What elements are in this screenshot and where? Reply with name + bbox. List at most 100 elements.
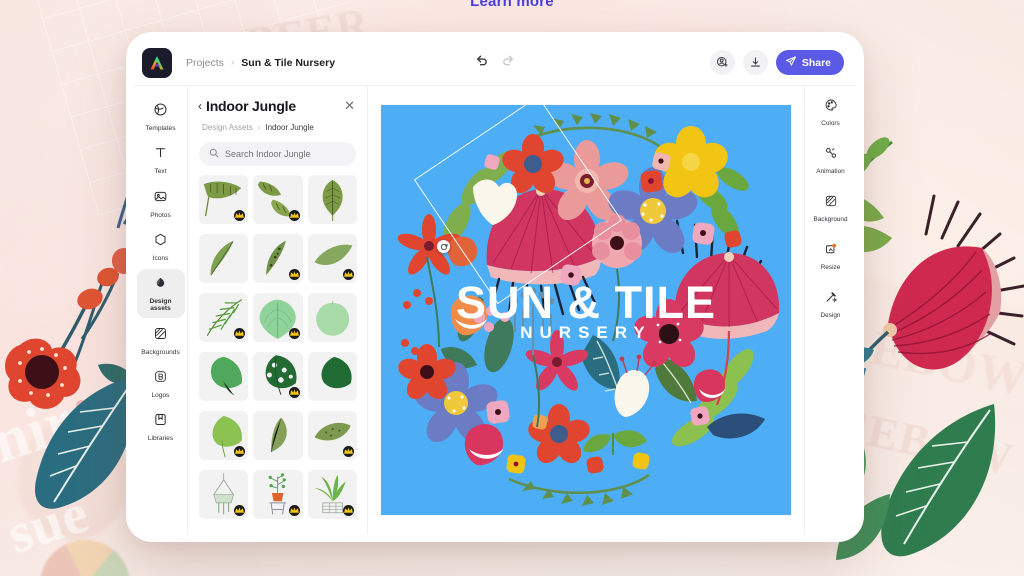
premium-badge	[342, 269, 354, 281]
asset-grid	[188, 175, 367, 534]
sidebar-item-animation[interactable]: Animation	[807, 142, 855, 179]
learn-more-link[interactable]: Learn more	[0, 0, 1024, 10]
artwork-title: SUN & TILE	[455, 277, 716, 328]
search-input[interactable]	[225, 149, 346, 159]
redo-icon[interactable]	[501, 53, 516, 73]
panel-breadcrumb-separator: ›	[257, 123, 261, 132]
text-icon	[153, 145, 168, 165]
right-navigation-rail: Colors Animation Background Resize Desig…	[804, 86, 856, 534]
premium-badge	[342, 505, 354, 517]
asset-thumbnail[interactable]	[307, 470, 357, 520]
sidebar-item-label: Templates	[145, 125, 176, 132]
asset-thumbnail[interactable]	[199, 352, 249, 402]
sidebar-item-label: Text	[154, 168, 167, 176]
sidebar-item-label: Libraries	[147, 435, 174, 442]
backgrounds-icon	[153, 326, 168, 346]
asset-thumbnail[interactable]	[307, 411, 357, 461]
sidebar-item-resize[interactable]: Resize	[807, 238, 855, 275]
sidebar-item-colors[interactable]: Colors	[807, 94, 855, 131]
app-top-bar: Projects › Sun & Tile Nursery Share	[134, 40, 856, 86]
design-wand-icon	[824, 290, 838, 309]
asset-thumbnail[interactable]	[253, 293, 303, 343]
sidebar-item-label: Colors	[821, 120, 840, 127]
sidebar-item-libraries[interactable]: Libraries	[137, 406, 185, 447]
logos-icon	[153, 369, 168, 389]
sidebar-item-icons[interactable]: Icons	[137, 226, 185, 267]
chevron-left-icon[interactable]: ‹	[198, 99, 202, 113]
photos-icon	[153, 189, 168, 209]
close-icon[interactable]: ✕	[344, 98, 355, 114]
asset-thumbnail[interactable]	[199, 175, 249, 225]
resize-icon	[824, 242, 838, 261]
premium-badge	[288, 387, 300, 399]
background-icon	[824, 194, 838, 213]
asset-thumbnail[interactable]	[253, 234, 303, 284]
app-body: Templates Text Photos Icons Design asset…	[134, 86, 856, 534]
design-assets-panel: ‹ Indoor Jungle ✕ Design Assets › Indoor…	[188, 86, 368, 534]
top-bar-actions: Share	[709, 50, 844, 75]
templates-icon	[153, 102, 168, 122]
canvas-area[interactable]: SUN & TILE NURSERY	[368, 86, 804, 534]
asset-thumbnail[interactable]	[307, 175, 357, 225]
premium-badge	[288, 505, 300, 517]
breadcrumb-current-project: Sun & Tile Nursery	[241, 56, 336, 69]
sidebar-item-text[interactable]: Text	[137, 139, 185, 180]
history-controls	[474, 53, 516, 73]
premium-badge	[288, 210, 300, 222]
asset-thumbnail[interactable]	[253, 470, 303, 520]
panel-breadcrumb-root[interactable]: Design Assets	[202, 123, 253, 132]
asset-thumbnail[interactable]	[307, 293, 357, 343]
sidebar-item-label: Backgrounds	[141, 348, 180, 356]
premium-badge	[342, 446, 354, 458]
sidebar-item-background[interactable]: Background	[807, 190, 855, 227]
panel-breadcrumb: Design Assets › Indoor Jungle	[188, 114, 367, 132]
rotate-icon[interactable]	[437, 240, 450, 253]
premium-badge	[234, 328, 246, 340]
premium-badge	[288, 328, 300, 340]
sidebar-item-backgrounds[interactable]: Backgrounds	[137, 320, 185, 361]
left-navigation-rail: Templates Text Photos Icons Design asset…	[134, 86, 188, 534]
breadcrumb: Projects › Sun & Tile Nursery	[186, 57, 335, 69]
premium-badge	[234, 446, 246, 458]
sidebar-item-logos[interactable]: Logos	[137, 363, 185, 404]
premium-badge	[234, 505, 246, 517]
invite-person-icon[interactable]	[709, 50, 735, 75]
asset-thumbnail[interactable]	[199, 470, 249, 520]
design-canvas[interactable]: SUN & TILE NURSERY	[381, 105, 791, 515]
sidebar-item-photos[interactable]: Photos	[137, 183, 185, 224]
breadcrumb-projects[interactable]: Projects	[186, 57, 224, 69]
sidebar-item-templates[interactable]: Templates	[137, 96, 185, 137]
premium-badge	[234, 210, 246, 222]
colors-icon	[824, 98, 838, 117]
asset-thumbnail[interactable]	[253, 175, 303, 225]
paper-plane-icon	[785, 55, 797, 70]
sidebar-item-label: Animation	[816, 168, 845, 175]
asset-thumbnail[interactable]	[307, 234, 357, 284]
undo-icon[interactable]	[474, 53, 489, 73]
libraries-icon	[153, 412, 168, 432]
asset-thumbnail[interactable]	[199, 293, 249, 343]
breadcrumb-separator: ›	[230, 57, 235, 68]
artwork-subtitle: NURSERY	[520, 323, 652, 342]
premium-badge	[288, 269, 300, 281]
panel-header: ‹ Indoor Jungle ✕	[188, 86, 367, 114]
sidebar-item-label: Design assets	[149, 298, 172, 313]
sidebar-item-label: Design	[820, 312, 841, 319]
adobe-express-logo[interactable]	[142, 47, 172, 78]
asset-thumbnail[interactable]	[253, 411, 303, 461]
asset-thumbnail[interactable]	[199, 234, 249, 284]
asset-thumbnail[interactable]	[199, 411, 249, 461]
share-button[interactable]: Share	[775, 50, 844, 75]
search-box[interactable]	[199, 142, 356, 166]
sidebar-item-design[interactable]: Design	[807, 286, 855, 323]
sidebar-item-design-assets[interactable]: Design assets	[136, 269, 185, 318]
sidebar-item-label: Background	[813, 216, 848, 223]
panel-search-area	[188, 132, 367, 166]
asset-thumbnail[interactable]	[253, 352, 303, 402]
design-assets-icon	[153, 275, 168, 295]
asset-thumbnail[interactable]	[307, 352, 357, 402]
download-icon[interactable]	[742, 50, 768, 75]
search-icon	[209, 145, 219, 163]
tablet-device-frame: Projects › Sun & Tile Nursery Share Temp…	[126, 32, 864, 542]
share-button-label: Share	[801, 56, 831, 69]
